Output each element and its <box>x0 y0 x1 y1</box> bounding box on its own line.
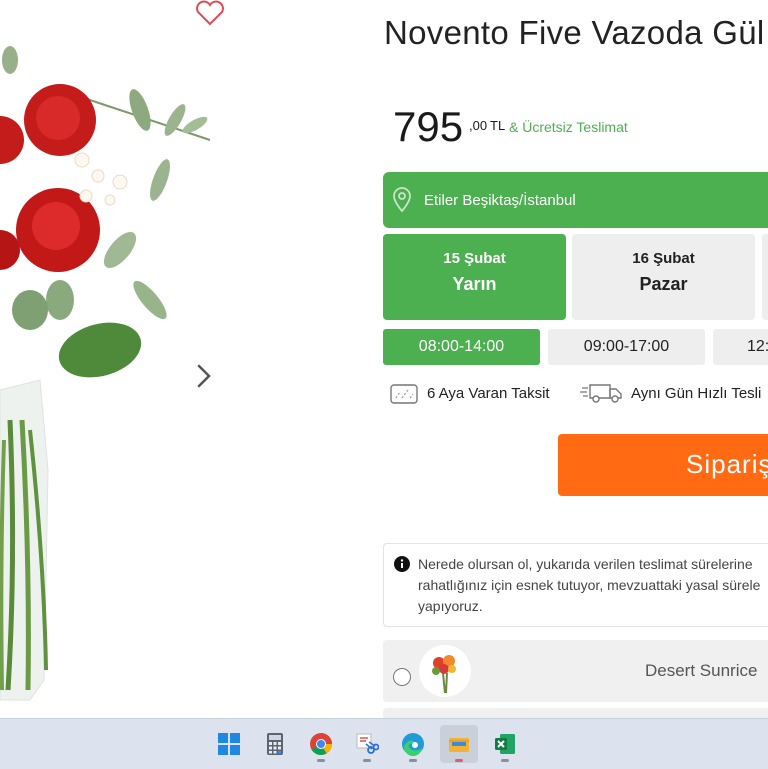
snipping-tool-app[interactable] <box>348 725 386 763</box>
running-indicator <box>409 759 417 762</box>
addon-name: Desert Sunrice <box>645 661 758 680</box>
order-button-label: Sipariş <box>686 449 768 479</box>
same-day-delivery-text: Aynı Gün Hızlı Tesli <box>631 385 762 402</box>
file-manager-app[interactable] <box>440 725 478 763</box>
running-indicator <box>363 759 371 762</box>
weekday-label: Pazar <box>639 274 688 294</box>
edge-app[interactable] <box>394 725 432 763</box>
info-line-3: yapıyoruz. <box>418 598 483 614</box>
price-currency: TL <box>490 118 506 133</box>
next-image-chevron-icon[interactable] <box>192 362 216 390</box>
excel-app[interactable] <box>486 725 524 763</box>
price-decimal: ,00 <box>469 118 488 133</box>
date-label: 16 Şubat <box>632 250 695 267</box>
time-slot-12[interactable]: 12: <box>713 329 768 365</box>
addon-radio[interactable] <box>393 668 411 686</box>
price-integer: 795 <box>393 103 464 150</box>
addon-thumbnail <box>419 645 471 697</box>
delivery-location-text: Etiler Beşiktaş/İstanbul <box>424 192 576 209</box>
edge-icon <box>402 733 424 756</box>
calculator-icon <box>267 733 283 755</box>
delivery-location-selector[interactable]: Etiler Beşiktaş/İstanbul <box>383 172 768 228</box>
info-icon <box>394 556 410 577</box>
flower-bouquet-image <box>0 46 211 701</box>
map-pin-icon <box>391 186 413 219</box>
product-page: Novento Five Vazoda Gül 795 ,00 TL & Ücr… <box>0 0 768 718</box>
chrome-app[interactable] <box>302 725 340 763</box>
credit-card-icon <box>390 384 418 408</box>
windows-taskbar <box>0 718 768 769</box>
excel-icon <box>495 734 515 754</box>
delivery-truck-icon <box>580 382 624 408</box>
free-delivery-label: & Ücretsiz Teslimat <box>509 119 628 135</box>
calculator-app[interactable] <box>256 725 294 763</box>
product-image <box>0 0 300 718</box>
running-indicator <box>317 759 325 762</box>
running-indicator <box>455 759 463 762</box>
info-line-2: rahatlığınız için esnek tutuyor, mevzuat… <box>418 577 761 593</box>
favorite-heart-icon[interactable] <box>194 0 226 26</box>
weekday-label: Yarın <box>452 274 497 294</box>
date-option-15-subat[interactable]: 15 Şubat Yarın <box>383 234 566 320</box>
chrome-icon <box>310 733 332 755</box>
date-option-16-subat[interactable]: 16 Şubat Pazar <box>572 234 755 320</box>
delivery-info-box: Nerede olursan ol, yukarıda verilen tesl… <box>383 543 768 627</box>
windows-start-button[interactable] <box>210 725 248 763</box>
snipping-tool-icon <box>356 733 379 754</box>
info-line-1: Nerede olursan ol, yukarıda verilen tesl… <box>418 556 753 572</box>
date-option-next[interactable] <box>762 234 768 320</box>
installment-text: 6 Aya Varan Taksit <box>427 385 550 402</box>
addon-item: Desert Sunrice <box>383 640 768 702</box>
time-slot-09-17[interactable]: 09:00-17:00 <box>548 329 705 365</box>
running-indicator <box>501 759 509 762</box>
addon-item-next <box>383 708 768 718</box>
date-label: 15 Şubat <box>443 250 506 267</box>
order-button[interactable]: Sipariş <box>558 434 768 496</box>
file-manager-icon <box>449 738 469 752</box>
windows-start-icon <box>218 733 240 755</box>
product-title: Novento Five Vazoda Gül <box>384 14 765 51</box>
time-slot-08-14[interactable]: 08:00-14:00 <box>383 329 540 365</box>
